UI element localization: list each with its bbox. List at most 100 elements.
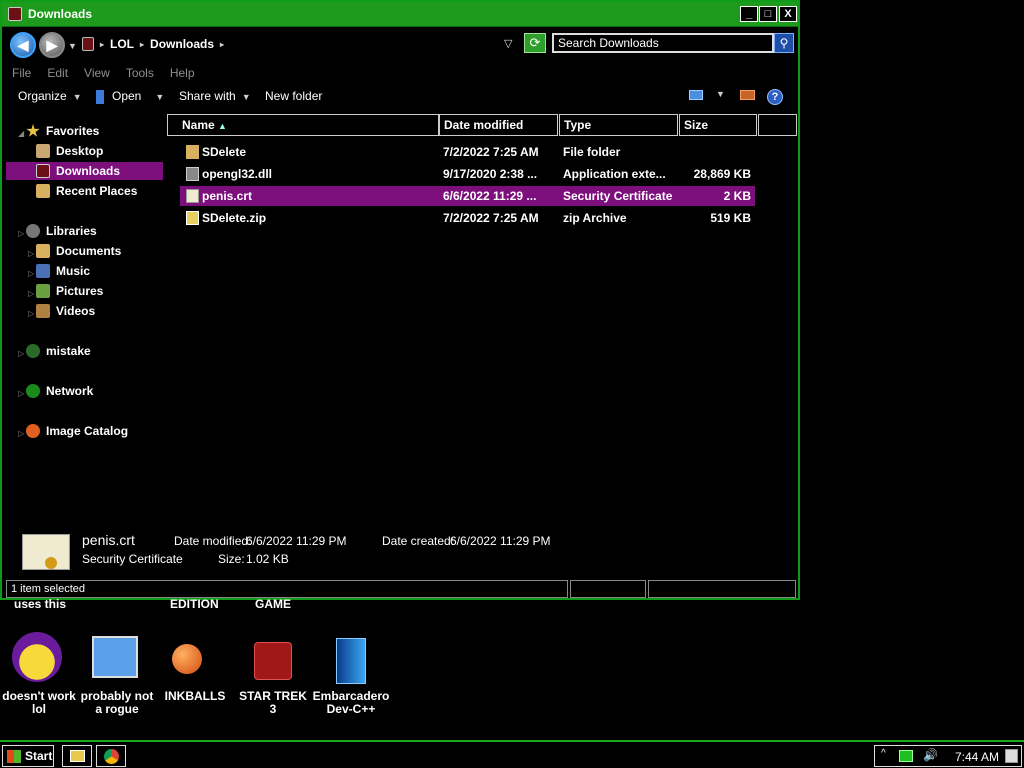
breadcrumb[interactable]: ▸ LOL ▸ Downloads ▸ [82, 36, 224, 52]
nav-desktop[interactable]: Desktop [36, 142, 103, 160]
expand-icon[interactable]: ▷ [18, 389, 24, 398]
preview-pane-icon[interactable] [740, 90, 755, 100]
nav-downloads[interactable]: Downloads [6, 162, 163, 180]
nav-label: Downloads [56, 164, 121, 178]
file-row[interactable]: SDelete.zip 7/2/2022 7:25 AM zip Archive… [180, 208, 755, 228]
menu-help[interactable]: Help [170, 63, 195, 83]
menu-bar: File Edit View Tools Help [2, 63, 798, 83]
clock[interactable]: 7:44 AM [955, 750, 999, 764]
nav-music[interactable]: Music [36, 262, 90, 280]
open-icon [96, 90, 104, 104]
windows-logo-icon [7, 750, 21, 763]
taskbar-explorer-button[interactable] [62, 745, 92, 767]
nav-videos[interactable]: Videos [36, 302, 95, 320]
column-header-filler [758, 114, 797, 136]
chrome-icon [104, 749, 119, 764]
title-bar[interactable]: Downloads _ □ X [2, 2, 798, 27]
downloads-icon [36, 164, 50, 178]
sort-ascending-icon: ▲ [218, 121, 227, 131]
file-name: SDelete.zip [202, 211, 267, 225]
nav-recent-places[interactable]: Recent Places [36, 182, 137, 200]
show-hidden-icons-icon[interactable]: ^ [881, 748, 886, 759]
nav-pictures[interactable]: Pictures [36, 282, 103, 300]
taskbar-chrome-button[interactable] [96, 745, 126, 767]
file-type: Application exte... [563, 167, 666, 181]
search-input[interactable]: Search Downloads [552, 33, 774, 53]
file-row[interactable]: opengl32.dll 9/17/2020 2:38 ... Applicat… [180, 164, 755, 184]
refresh-button[interactable]: ⟳ [524, 33, 546, 53]
desktop-icon [36, 144, 50, 158]
file-name: penis.crt [202, 189, 253, 203]
view-dropdown-icon[interactable]: ▼ [716, 89, 725, 99]
yahoo-messenger-icon [12, 632, 62, 682]
volume-icon[interactable]: 🔊 [923, 748, 938, 762]
expand-icon[interactable]: ▷ [28, 289, 34, 298]
libraries-icon [26, 224, 40, 238]
search-icon[interactable]: ⚲ [774, 33, 794, 53]
nav-label: Music [56, 264, 91, 278]
column-header-date[interactable]: Date modified [439, 114, 558, 136]
nav-network[interactable]: Network [26, 382, 93, 400]
expand-icon[interactable]: ◢ [18, 129, 24, 138]
start-label: Start [25, 749, 53, 763]
expand-icon[interactable]: ▷ [28, 249, 34, 258]
minimize-button[interactable]: _ [740, 6, 758, 22]
details-filetype: Security Certificate [82, 552, 183, 566]
window-title: Downloads [28, 7, 93, 21]
menu-edit[interactable]: Edit [47, 63, 68, 83]
expand-icon[interactable]: ▷ [18, 229, 24, 238]
chevron-right-icon[interactable]: ▸ [140, 40, 144, 49]
file-row[interactable]: penis.crt 6/6/2022 11:29 ... Security Ce… [180, 186, 755, 206]
close-button[interactable]: X [779, 6, 797, 22]
address-dropdown-icon[interactable]: ▽ [504, 37, 512, 50]
desktop-icon-label: Embarcadero [312, 689, 390, 703]
action-center-icon[interactable] [899, 750, 913, 762]
organize-label: Organize [18, 89, 67, 103]
address-row: ◀ ▶ ▼ ▸ LOL ▸ Downloads ▸ ▽ ⟳ Search Dow… [2, 27, 798, 61]
organize-button[interactable]: Organize ▼ [18, 89, 82, 103]
help-button[interactable]: ? [767, 89, 783, 105]
expand-icon[interactable]: ▷ [28, 269, 34, 278]
recent-places-icon [36, 184, 50, 198]
share-with-button[interactable]: Share with ▼ [179, 89, 251, 103]
chevron-right-icon[interactable]: ▸ [100, 40, 104, 49]
new-folder-button[interactable]: New folder [265, 89, 322, 103]
desktop-icon-label: 3 [269, 702, 277, 716]
start-button[interactable]: Start [2, 745, 54, 767]
nav-mistake[interactable]: mistake [26, 342, 91, 360]
open-button[interactable]: Open ▼ [112, 89, 164, 103]
chevron-right-icon[interactable]: ▸ [220, 40, 224, 49]
nav-libraries[interactable]: Libraries [26, 222, 97, 240]
maximize-button[interactable]: □ [759, 6, 777, 22]
nav-documents[interactable]: Documents [36, 242, 121, 260]
expand-icon[interactable]: ▷ [18, 429, 24, 438]
nav-image-catalog[interactable]: Image Catalog [26, 422, 128, 440]
notification-icon[interactable] [1005, 749, 1018, 763]
nav-favorites[interactable]: Favorites [26, 122, 99, 140]
menu-view[interactable]: View [84, 63, 110, 83]
column-header-name[interactable]: Name ▲ [167, 114, 439, 136]
menu-file[interactable]: File [12, 63, 31, 83]
view-icon[interactable] [689, 90, 703, 100]
forward-button[interactable]: ▶ [39, 32, 65, 58]
file-row[interactable]: SDelete 7/2/2022 7:25 AM File folder [180, 142, 755, 162]
back-button[interactable]: ◀ [10, 32, 36, 58]
column-header-type[interactable]: Type [559, 114, 678, 136]
history-dropdown-icon[interactable]: ▼ [68, 41, 77, 51]
file-type: zip Archive [563, 211, 627, 225]
menu-tools[interactable]: Tools [126, 63, 154, 83]
open-label: Open [112, 89, 142, 103]
music-icon [36, 264, 50, 278]
column-header-size[interactable]: Size [679, 114, 757, 136]
status-bar: 1 item selected [2, 580, 798, 598]
file-date: 7/2/2022 7:25 AM [443, 211, 539, 225]
command-bar: Organize ▼ Open ▼ Share with ▼ New folder ▼… [2, 86, 798, 108]
zip-file-icon [186, 211, 199, 225]
videos-icon [36, 304, 50, 318]
breadcrumb-item-downloads[interactable]: Downloads [150, 37, 214, 51]
desktop: Downloads _ □ X ◀ ▶ ▼ ▸ LOL ▸ Downloads … [0, 0, 1024, 740]
expand-icon[interactable]: ▷ [18, 349, 24, 358]
expand-icon[interactable]: ▷ [28, 309, 34, 318]
folder-icon [82, 37, 94, 51]
breadcrumb-item-lol[interactable]: LOL [110, 37, 134, 51]
